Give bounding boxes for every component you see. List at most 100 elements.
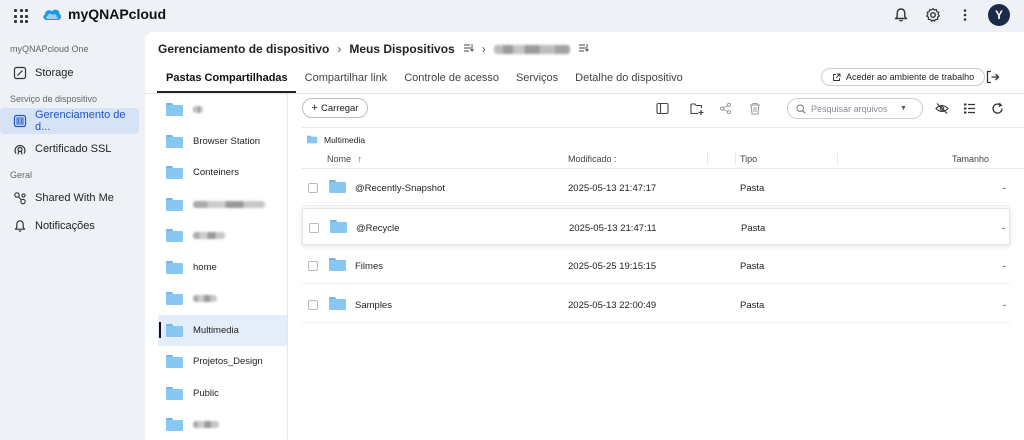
folder-icon	[329, 258, 346, 271]
search-input[interactable]	[811, 103, 895, 114]
row-checkbox[interactable]	[308, 183, 318, 193]
caret-down-icon[interactable]: ▼	[900, 105, 907, 112]
file-modified: 2025-05-13 22:00:49	[568, 300, 657, 311]
folder-icon	[330, 220, 347, 233]
upload-label: Carregar	[320, 102, 359, 114]
tree-item[interactable]: Projetos_Design	[158, 346, 287, 378]
folder-tree: Browser Station Conteiners home Multimedia P…	[158, 94, 288, 440]
table-row[interactable]: @Recently-Snapshot 2025-05-13 21:47:17 Pas…	[302, 169, 1010, 206]
tree-item-label: Multimedia	[193, 324, 239, 336]
main-panel: Gerenciamento de dispositivo › Meus Disp…	[145, 32, 1024, 440]
folder-icon	[166, 229, 183, 243]
tree-item[interactable]	[158, 189, 287, 221]
tab-shared-folders[interactable]: Pastas Compartilhadas	[157, 67, 296, 93]
tree-item[interactable]	[158, 220, 287, 252]
open-desktop-button[interactable]: Aceder ao ambiente de trabalho	[821, 68, 986, 86]
file-toolbar: + Carregar ▼	[302, 98, 1024, 122]
redacted-folder-name	[193, 421, 219, 429]
folder-icon	[166, 355, 183, 369]
breadcrumb-device-management[interactable]: Gerenciamento de dispositivo	[158, 42, 329, 56]
gear-icon[interactable]	[924, 6, 942, 24]
tree-item[interactable]: Conteiners	[158, 157, 287, 189]
nav-item-storage[interactable]: Storage	[0, 60, 139, 86]
storage-icon	[13, 66, 27, 80]
file-modified: 2025-05-25 19:15:15	[568, 261, 657, 272]
tree-item[interactable]: home	[158, 252, 287, 284]
tab-share-link[interactable]: Compartilhar link	[296, 67, 396, 93]
tree-item[interactable]	[158, 94, 287, 126]
column-size[interactable]: Tamanho	[952, 154, 989, 164]
folder-icon	[329, 180, 346, 193]
filter-icon[interactable]	[578, 42, 589, 56]
tree-item-label: Public	[193, 387, 219, 399]
hide-eye-icon[interactable]	[934, 101, 949, 116]
breadcrumb: Gerenciamento de dispositivo › Meus Disp…	[158, 42, 589, 56]
file-name[interactable]: @Recently-Snapshot	[355, 183, 445, 194]
folder-icon	[166, 323, 183, 337]
current-path-label[interactable]: Multimedia	[324, 135, 365, 145]
tree-item[interactable]: Browser Station	[158, 126, 287, 158]
apps-grid-icon[interactable]	[14, 9, 28, 23]
app-logo[interactable]: myQNAPcloud	[42, 6, 166, 22]
search-box[interactable]: ▼	[787, 98, 923, 119]
table-row[interactable]: @Recycle 2025-05-13 21:47:11 Pasta -	[302, 208, 1010, 245]
trash-icon[interactable]	[747, 101, 762, 116]
nav-item-shared-with-me[interactable]: Shared With Me	[0, 185, 139, 211]
nav-item-label: Shared With Me	[35, 192, 114, 204]
nav-item-label: Storage	[35, 67, 74, 79]
nav-item-device-management[interactable]: Gerenciamento de d...	[0, 108, 139, 134]
row-checkbox[interactable]	[308, 261, 318, 271]
column-modified[interactable]: Modificado :	[568, 154, 617, 164]
open-desktop-label: Aceder ao ambiente de trabalho	[846, 72, 975, 82]
file-name[interactable]: Filmes	[355, 261, 383, 272]
column-type[interactable]: Tipo	[740, 154, 757, 164]
folder-icon	[307, 135, 318, 144]
tab-services[interactable]: Serviços	[507, 67, 566, 93]
tab-device-details[interactable]: Detalhe do dispositivo	[566, 67, 691, 93]
column-divider	[707, 153, 708, 164]
avatar[interactable]: Y	[988, 4, 1010, 26]
folder-icon	[166, 166, 183, 180]
list-view-icon[interactable]	[962, 101, 977, 116]
tree-item[interactable]	[158, 409, 287, 440]
nav-item-label: Certificado SSL	[35, 143, 112, 155]
share-nodes-icon	[13, 191, 27, 205]
new-folder-icon[interactable]	[689, 101, 704, 116]
tree-item-label: Conteiners	[193, 167, 239, 179]
tree-item[interactable]: Multimedia	[158, 314, 287, 346]
tree-item[interactable]: Public	[158, 378, 287, 410]
file-modified: 2025-05-13 21:47:17	[568, 183, 657, 194]
row-checkbox[interactable]	[308, 300, 318, 310]
breadcrumb-device-name-redacted[interactable]	[493, 44, 570, 54]
nav-section-myqnapcloud-one: myQNAPcloud One	[10, 44, 89, 54]
ssl-certificate-icon	[13, 142, 27, 156]
breadcrumb-my-devices[interactable]: Meus Dispositivos	[349, 42, 454, 56]
nav-item-ssl-certificate[interactable]: Certificado SSL	[0, 136, 139, 162]
file-name[interactable]: Samples	[355, 300, 392, 311]
bell-icon[interactable]	[892, 6, 910, 24]
column-name[interactable]: Nome ↑	[327, 154, 362, 164]
tree-item[interactable]	[158, 283, 287, 315]
cloud-logo-icon	[43, 9, 62, 20]
refresh-icon[interactable]	[990, 101, 1005, 116]
filter-icon[interactable]	[463, 42, 474, 56]
file-name[interactable]: @Recycle	[356, 223, 399, 234]
table-row[interactable]: Filmes 2025-05-25 19:15:15 Pasta -	[302, 247, 1010, 284]
folder-icon	[166, 260, 183, 274]
nav-item-notifications[interactable]: Notificações	[0, 213, 139, 239]
more-vertical-icon[interactable]	[956, 6, 974, 24]
nav-item-label: Notificações	[35, 220, 95, 232]
top-bar: myQNAPcloud Y	[0, 0, 1024, 32]
panel-toggle-icon[interactable]	[655, 101, 670, 116]
upload-button[interactable]: + Carregar	[302, 98, 368, 118]
share-icon[interactable]	[718, 101, 733, 116]
redacted-folder-name	[193, 200, 265, 208]
table-row[interactable]: Samples 2025-05-13 22:00:49 Pasta -	[302, 286, 1010, 323]
tree-item-label: Browser Station	[193, 135, 261, 147]
tab-access-control[interactable]: Controle de acesso	[395, 67, 507, 93]
file-size: -	[1001, 223, 1005, 234]
column-divider	[735, 153, 736, 164]
logout-icon[interactable]	[985, 69, 1001, 85]
row-checkbox[interactable]	[309, 223, 319, 233]
redacted-folder-name	[193, 106, 203, 114]
